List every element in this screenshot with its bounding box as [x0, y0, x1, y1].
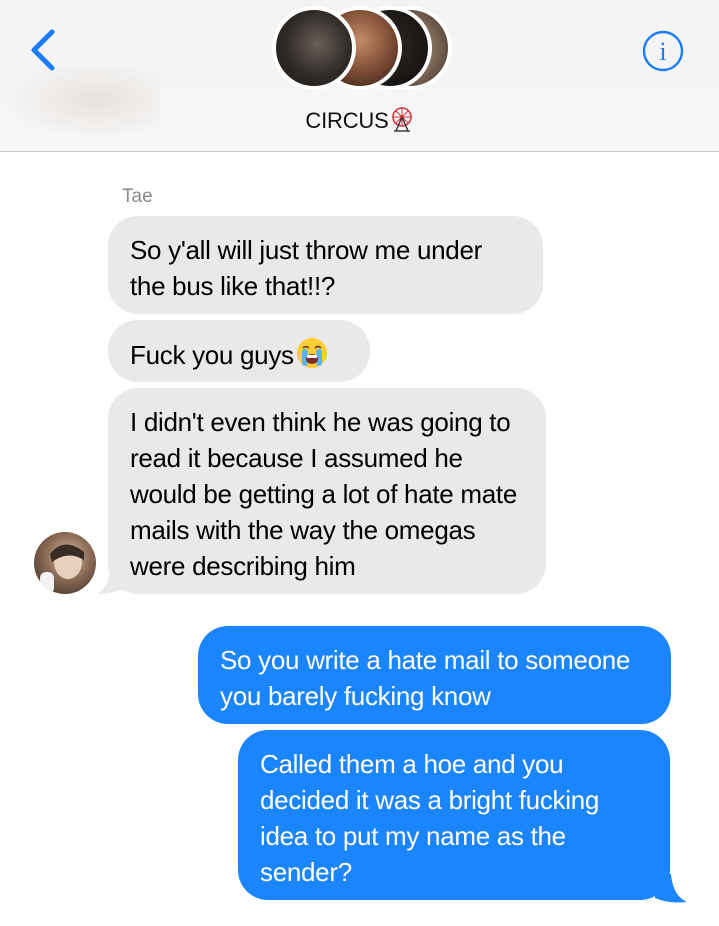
group-avatars[interactable] — [268, 6, 458, 96]
message-text: Fuck you guys — [130, 340, 294, 370]
back-button[interactable] — [22, 22, 66, 78]
incoming-bubble-tail — [97, 566, 125, 594]
chevron-left-icon — [31, 29, 55, 71]
message-bubble[interactable]: Called them a hoe and you decided it was… — [238, 730, 670, 900]
group-member-avatar — [272, 6, 356, 90]
message-text: I didn't even think he was going to read… — [130, 407, 517, 581]
sender-name: Tae — [122, 186, 153, 207]
info-button[interactable]: i — [642, 30, 684, 72]
message-bubble[interactable]: Fuck you guys — [108, 320, 370, 382]
outgoing-bubble-tail — [655, 874, 687, 903]
message-text: So y'all will just throw me under the bu… — [130, 235, 482, 301]
message-text: Called them a hoe and you decided it was… — [260, 749, 600, 887]
loudly-crying-face-icon — [295, 336, 329, 379]
group-name[interactable]: CIRCUS — [0, 106, 719, 138]
group-name-label: CIRCUS — [305, 108, 389, 133]
message-text: So you write a hate mail to someone you … — [220, 645, 631, 711]
message-bubble[interactable]: So y'all will just throw me under the bu… — [108, 216, 543, 314]
conversation-header: CIRCUS i — [0, 0, 719, 152]
message-bubble[interactable]: So you write a hate mail to someone you … — [198, 626, 671, 724]
message-bubble[interactable]: I didn't even think he was going to read… — [108, 388, 546, 594]
avatar-image — [40, 544, 84, 594]
avatar[interactable] — [34, 532, 96, 594]
ferris-wheel-icon — [390, 106, 414, 138]
svg-text:i: i — [659, 37, 666, 66]
info-icon: i — [642, 30, 684, 72]
